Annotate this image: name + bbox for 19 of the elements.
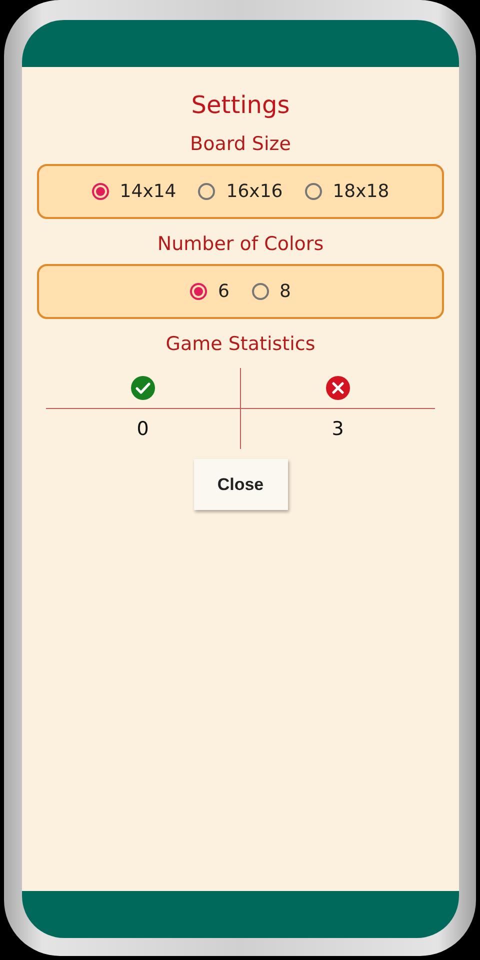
close-button[interactable]: Close — [194, 459, 288, 510]
radio-option[interactable]: 14x14 — [92, 181, 176, 202]
radio-button[interactable] — [304, 183, 322, 200]
stat-value: 0 — [136, 418, 149, 440]
stat-value: 3 — [332, 418, 344, 440]
radio-option[interactable]: 8 — [252, 281, 291, 302]
radio-button[interactable] — [252, 283, 268, 300]
section-label: Board Size — [190, 133, 291, 155]
radio-option[interactable]: 6 — [190, 281, 230, 302]
section-label: Game Statistics — [166, 333, 316, 355]
radio-option[interactable]: 18x18 — [304, 181, 390, 202]
section-label: Number of Colors — [157, 233, 324, 255]
dialog-title: Settings — [191, 91, 290, 119]
radio-option[interactable]: 16x16 — [198, 181, 283, 202]
check-icon — [130, 375, 156, 401]
radio-button[interactable] — [190, 283, 208, 300]
radio-button[interactable] — [198, 183, 216, 200]
radio-button[interactable] — [92, 183, 109, 200]
cross-icon — [324, 375, 351, 401]
